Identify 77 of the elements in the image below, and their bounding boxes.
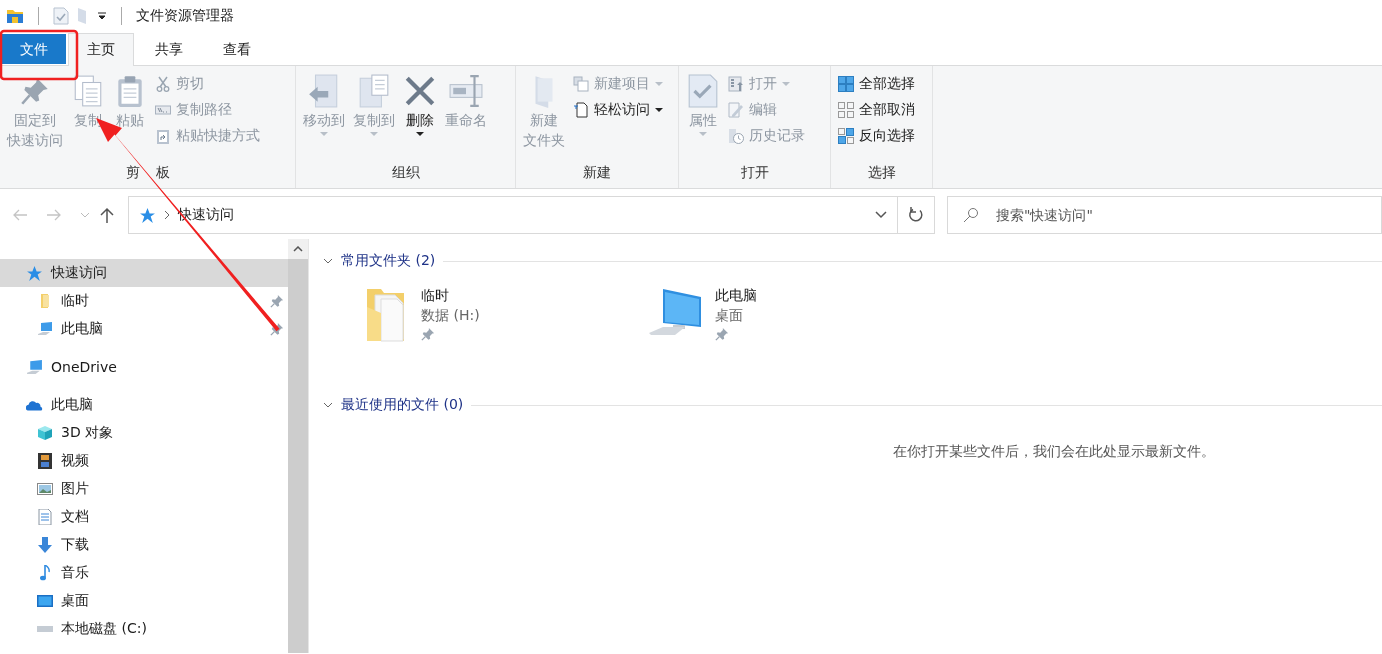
document-icon — [573, 102, 589, 118]
history-icon — [728, 128, 744, 144]
drive-icon — [37, 626, 53, 632]
down-arrow-icon — [37, 537, 53, 553]
chevron-down-icon[interactable] — [875, 211, 887, 219]
scissors-icon — [155, 76, 171, 92]
scroll-up-icon[interactable] — [293, 246, 303, 252]
pin-icon[interactable] — [270, 294, 284, 308]
copy-to-icon — [357, 74, 391, 108]
nav-item[interactable]: 此电脑 — [0, 315, 288, 343]
music-note-icon — [37, 565, 53, 581]
group-label: 板 — [155, 164, 170, 182]
folder-tile[interactable]: 此电脑 桌面 — [649, 287, 935, 393]
star-icon — [139, 206, 156, 224]
computer-icon — [26, 358, 43, 376]
nav-item[interactable]: OneDrive — [0, 353, 288, 381]
ribbon-button[interactable]: 反向选择 — [835, 124, 918, 148]
edit-icon — [728, 102, 744, 118]
ribbon-tab[interactable]: 共享 — [136, 33, 202, 65]
empty-message: 在你打开某些文件后，我们会在此处显示最新文件。 — [892, 442, 1216, 461]
group-label: 剪 — [125, 164, 140, 182]
search-field[interactable]: 搜索"快速访问" — [947, 196, 1382, 234]
window-title: 文件资源管理器 — [136, 7, 234, 25]
explorer-folder-icon[interactable] — [6, 8, 24, 24]
ribbon-button[interactable]: 全部取消 — [835, 98, 918, 122]
nav-item[interactable]: 本地磁盘 (C:) — [0, 615, 288, 643]
nav-item[interactable]: 此电脑 — [0, 391, 288, 419]
pin-icon[interactable] — [715, 327, 729, 341]
invert-selection-icon — [838, 128, 854, 144]
refresh-icon — [908, 207, 924, 223]
nav-item[interactable]: 下载 — [0, 531, 288, 559]
nav-item[interactable]: 视频 — [0, 447, 288, 475]
select-none-icon — [838, 102, 854, 118]
chevron-down-icon[interactable] — [323, 258, 333, 264]
group-label: 组织 — [391, 164, 420, 180]
cube-icon — [37, 425, 53, 441]
chevron-right-icon — [164, 210, 170, 220]
dropdown-icon[interactable] — [97, 11, 107, 21]
section-title[interactable]: 最近使用的文件 (0) — [341, 396, 464, 414]
pin-icon[interactable] — [421, 327, 435, 341]
ribbon-button[interactable]: 删除 — [400, 72, 440, 139]
nav-item[interactable]: 文档 — [0, 503, 288, 531]
folder-tile[interactable]: 临时 数据 (H:) — [363, 287, 649, 393]
refresh-button[interactable] — [897, 196, 935, 234]
open-icon — [728, 76, 744, 92]
star-icon — [26, 264, 43, 282]
group-label: 新建 — [583, 164, 611, 180]
computer-icon — [37, 321, 53, 337]
film-icon — [37, 453, 53, 469]
path-icon — [155, 102, 171, 118]
ribbon-tab[interactable]: 主页 — [68, 33, 134, 66]
search-icon — [963, 207, 979, 223]
ribbon-button[interactable]: 全部选择 — [835, 72, 918, 96]
up-arrow-icon[interactable] — [100, 207, 114, 223]
document-icon — [37, 509, 53, 525]
properties-icon[interactable] — [53, 7, 69, 25]
delete-icon — [403, 74, 437, 108]
new-item-icon — [573, 76, 589, 92]
ribbon-tab[interactable]: 查看 — [204, 33, 270, 65]
chevron-down-icon[interactable] — [323, 402, 333, 408]
shortcut-clipboard-icon — [155, 128, 171, 144]
nav-item[interactable]: 3D 对象 — [0, 419, 288, 447]
file-menu-tab[interactable]: 文件 — [2, 34, 66, 64]
ribbon-button[interactable]: 轻松访问 — [570, 98, 666, 122]
section-title[interactable]: 常用文件夹 (2) — [341, 252, 436, 270]
select-all-icon — [838, 76, 854, 92]
properties-icon — [686, 74, 720, 108]
nav-item[interactable]: 图片 — [0, 475, 288, 503]
nav-item[interactable]: 音乐 — [0, 559, 288, 587]
group-label: 打开 — [740, 164, 769, 180]
nav-item[interactable]: 快速访问 — [0, 259, 288, 287]
group-label: 选择 — [867, 164, 896, 180]
image-icon — [37, 481, 53, 497]
nav-item[interactable]: 桌面 — [0, 587, 288, 615]
desktop-icon — [37, 593, 53, 609]
rename-icon — [449, 74, 483, 108]
scrollbar[interactable] — [288, 239, 309, 653]
